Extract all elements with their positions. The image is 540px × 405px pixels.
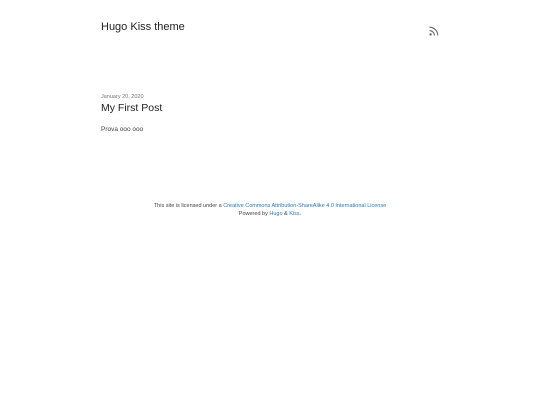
powered-by-line: Powered by Hugo & Kiss. [0,210,540,218]
site-title-link[interactable]: Hugo Kiss theme [101,20,185,34]
license-prefix: This site is licensed under a [153,203,224,209]
kiss-link[interactable]: Kiss [289,211,299,217]
hugo-link[interactable]: Hugo [269,211,282,217]
powered-prefix: Powered by [238,211,270,217]
license-line: This site is licensed under a Creative C… [0,202,540,210]
rss-icon-graphic [429,26,439,36]
post-summary-card: January 20, 2020 My First Post Prova ooo… [101,93,439,134]
page: Hugo Kiss theme January 20, 2020 My Firs… [0,0,540,405]
license-link[interactable]: Creative Commons Attribution-ShareAlike … [223,203,386,209]
site-header: Hugo Kiss theme [101,20,439,38]
post-title-link[interactable]: My First Post [101,101,439,115]
post-summary-text: Prova ooo ooo [101,126,144,133]
post-date: January 20, 2020 [101,94,144,100]
period-text: . [299,211,302,217]
site-footer: This site is licensed under a Creative C… [0,202,540,218]
rss-icon[interactable] [429,23,439,36]
